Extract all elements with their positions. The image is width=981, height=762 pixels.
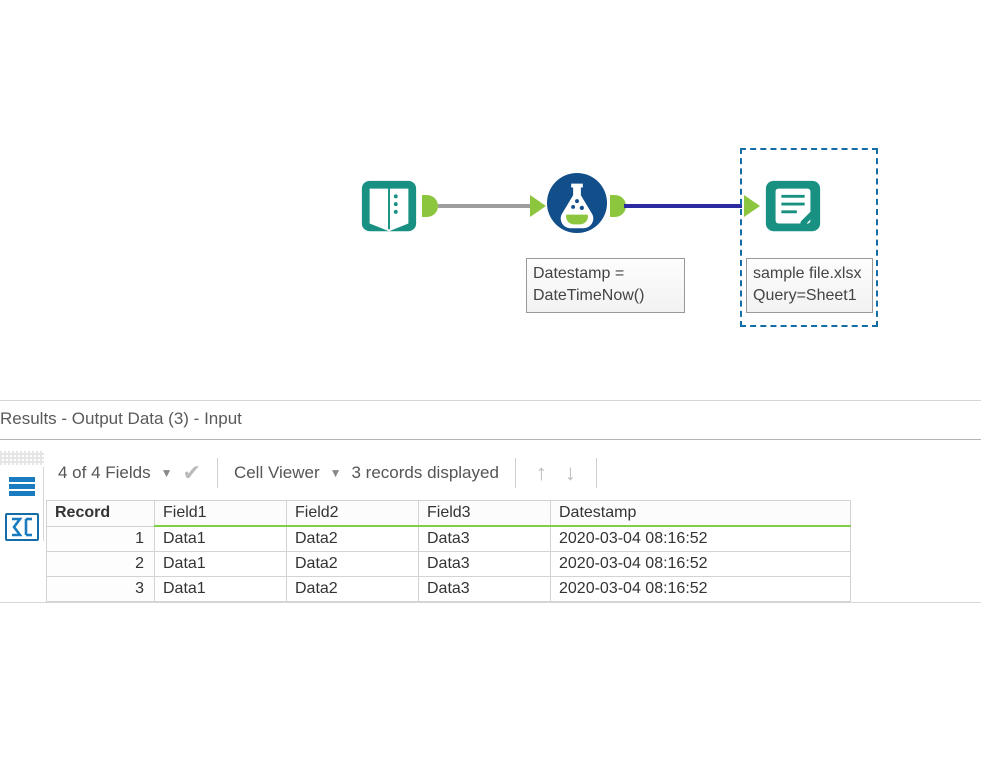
cell-viewer-dropdown-icon[interactable]: ▼: [330, 466, 342, 480]
cell-datestamp[interactable]: 2020-03-04 08:16:52: [551, 577, 851, 602]
results-side-toolbar: [0, 467, 44, 541]
annotation-line: DateTimeNow(): [533, 285, 678, 307]
annotation-line: Query=Sheet1: [753, 285, 866, 307]
connector-formula-to-output[interactable]: [624, 204, 742, 208]
table-row[interactable]: 2Data1Data2Data32020-03-04 08:16:52: [47, 552, 851, 577]
sigma-bracket-icon: [10, 517, 34, 537]
records-summary: 3 records displayed: [352, 463, 499, 483]
cell-datestamp[interactable]: 2020-03-04 08:16:52: [551, 552, 851, 577]
list-lines-icon: [9, 477, 35, 497]
cell-field3[interactable]: Data3: [419, 577, 551, 602]
cell-field3[interactable]: Data3: [419, 552, 551, 577]
results-table[interactable]: Record Field1 Field2 Field3 Datestamp 1D…: [46, 500, 851, 602]
input-data-tool[interactable]: [358, 175, 420, 237]
output-tool-annotation[interactable]: sample file.xlsx Query=Sheet1: [746, 258, 873, 313]
cell-field1[interactable]: Data1: [155, 552, 287, 577]
cell-field1[interactable]: Data1: [155, 577, 287, 602]
records-view-button[interactable]: [5, 473, 39, 501]
flask-icon: [546, 172, 608, 234]
results-toolbar: 4 of 4 Fields ▼ ✔ Cell Viewer ▼ 3 record…: [0, 440, 981, 500]
annotation-line: sample file.xlsx: [753, 263, 866, 285]
cell-field2[interactable]: Data2: [287, 577, 419, 602]
column-header-field2[interactable]: Field2: [287, 501, 419, 527]
connector-input-to-formula[interactable]: [438, 204, 533, 208]
anchor-input[interactable]: [744, 195, 760, 217]
cell-field1[interactable]: Data1: [155, 526, 287, 552]
prev-record-button[interactable]: ↑: [532, 460, 551, 486]
metadata-view-button[interactable]: [5, 513, 39, 541]
fields-summary[interactable]: 4 of 4 Fields: [58, 463, 151, 483]
cell-field2[interactable]: Data2: [287, 552, 419, 577]
pane-grip[interactable]: [0, 451, 44, 465]
cell-viewer-label[interactable]: Cell Viewer: [234, 463, 320, 483]
table-header-row: Record Field1 Field2 Field3 Datestamp: [47, 501, 851, 527]
apply-checkmark-icon[interactable]: ✔: [183, 460, 201, 486]
anchor-output[interactable]: [422, 195, 438, 217]
table-row[interactable]: 3Data1Data2Data32020-03-04 08:16:52: [47, 577, 851, 602]
cell-field2[interactable]: Data2: [287, 526, 419, 552]
column-header-field1[interactable]: Field1: [155, 501, 287, 527]
results-title: Results - Output Data (3) - Input: [0, 401, 981, 440]
formula-tool[interactable]: [546, 172, 608, 234]
cell-datestamp[interactable]: 2020-03-04 08:16:52: [551, 526, 851, 552]
cell-field3[interactable]: Data3: [419, 526, 551, 552]
column-header-field3[interactable]: Field3: [419, 501, 551, 527]
folder-book-icon: [358, 175, 420, 237]
anchor-input[interactable]: [530, 195, 546, 217]
next-record-button[interactable]: ↓: [561, 460, 580, 486]
annotation-line: Datestamp =: [533, 263, 678, 285]
table-row[interactable]: 1Data1Data2Data32020-03-04 08:16:52: [47, 526, 851, 552]
fields-dropdown-icon[interactable]: ▼: [161, 466, 173, 480]
folder-write-icon: [762, 175, 824, 237]
column-header-datestamp[interactable]: Datestamp: [551, 501, 851, 527]
results-pane: Results - Output Data (3) - Input 4 of 4…: [0, 400, 981, 603]
row-number-cell[interactable]: 2: [47, 552, 155, 577]
formula-tool-annotation[interactable]: Datestamp = DateTimeNow(): [526, 258, 685, 313]
row-number-cell[interactable]: 3: [47, 577, 155, 602]
toolbar-separator: [515, 458, 516, 488]
toolbar-separator: [596, 458, 597, 488]
column-header-record[interactable]: Record: [47, 501, 155, 527]
toolbar-separator: [217, 458, 218, 488]
workflow-canvas[interactable]: Datestamp = DateTimeNow() sample file.xl…: [0, 0, 981, 400]
output-data-tool[interactable]: [762, 175, 824, 237]
row-number-cell[interactable]: 1: [47, 526, 155, 552]
